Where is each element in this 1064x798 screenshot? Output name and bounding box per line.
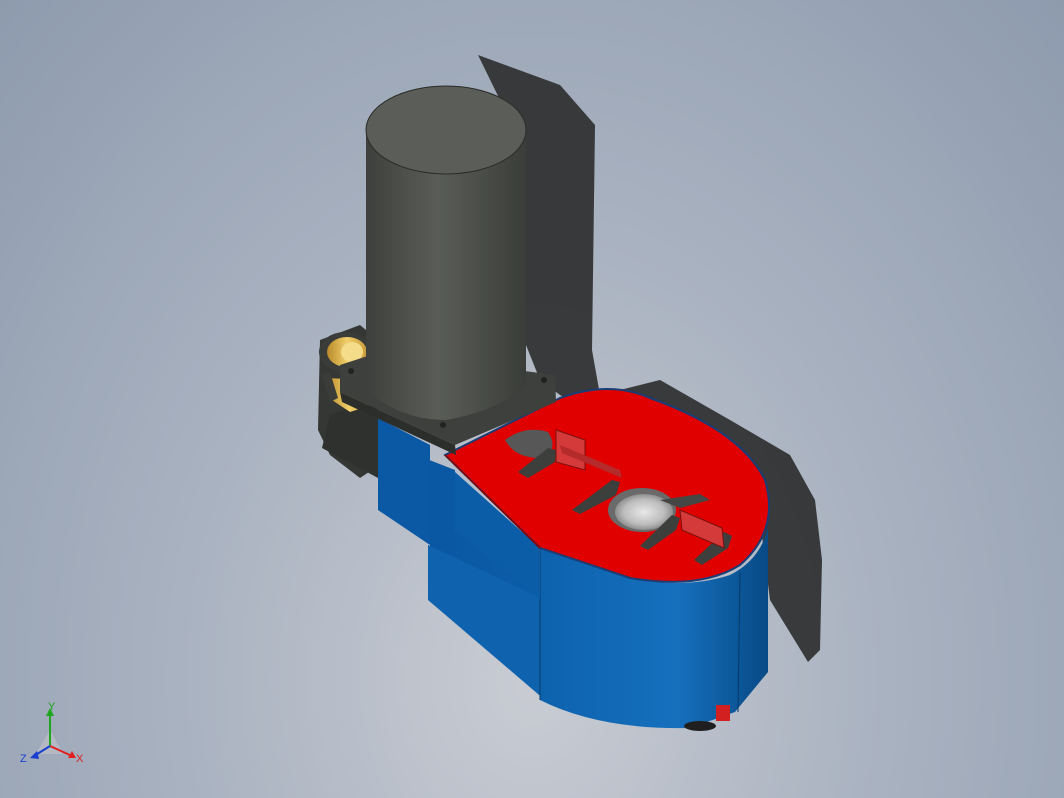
cad-model-render[interactable] xyxy=(0,0,1064,798)
cad-viewport[interactable]: Y X Z xyxy=(0,0,1064,798)
orientation-triad[interactable]: Y X Z xyxy=(18,702,88,772)
z-axis-label: Z xyxy=(20,753,27,765)
y-axis-label: Y xyxy=(48,702,56,713)
motor-cylinder xyxy=(365,85,527,420)
x-axis-label: X xyxy=(76,753,84,765)
bottom-feet xyxy=(684,721,716,731)
